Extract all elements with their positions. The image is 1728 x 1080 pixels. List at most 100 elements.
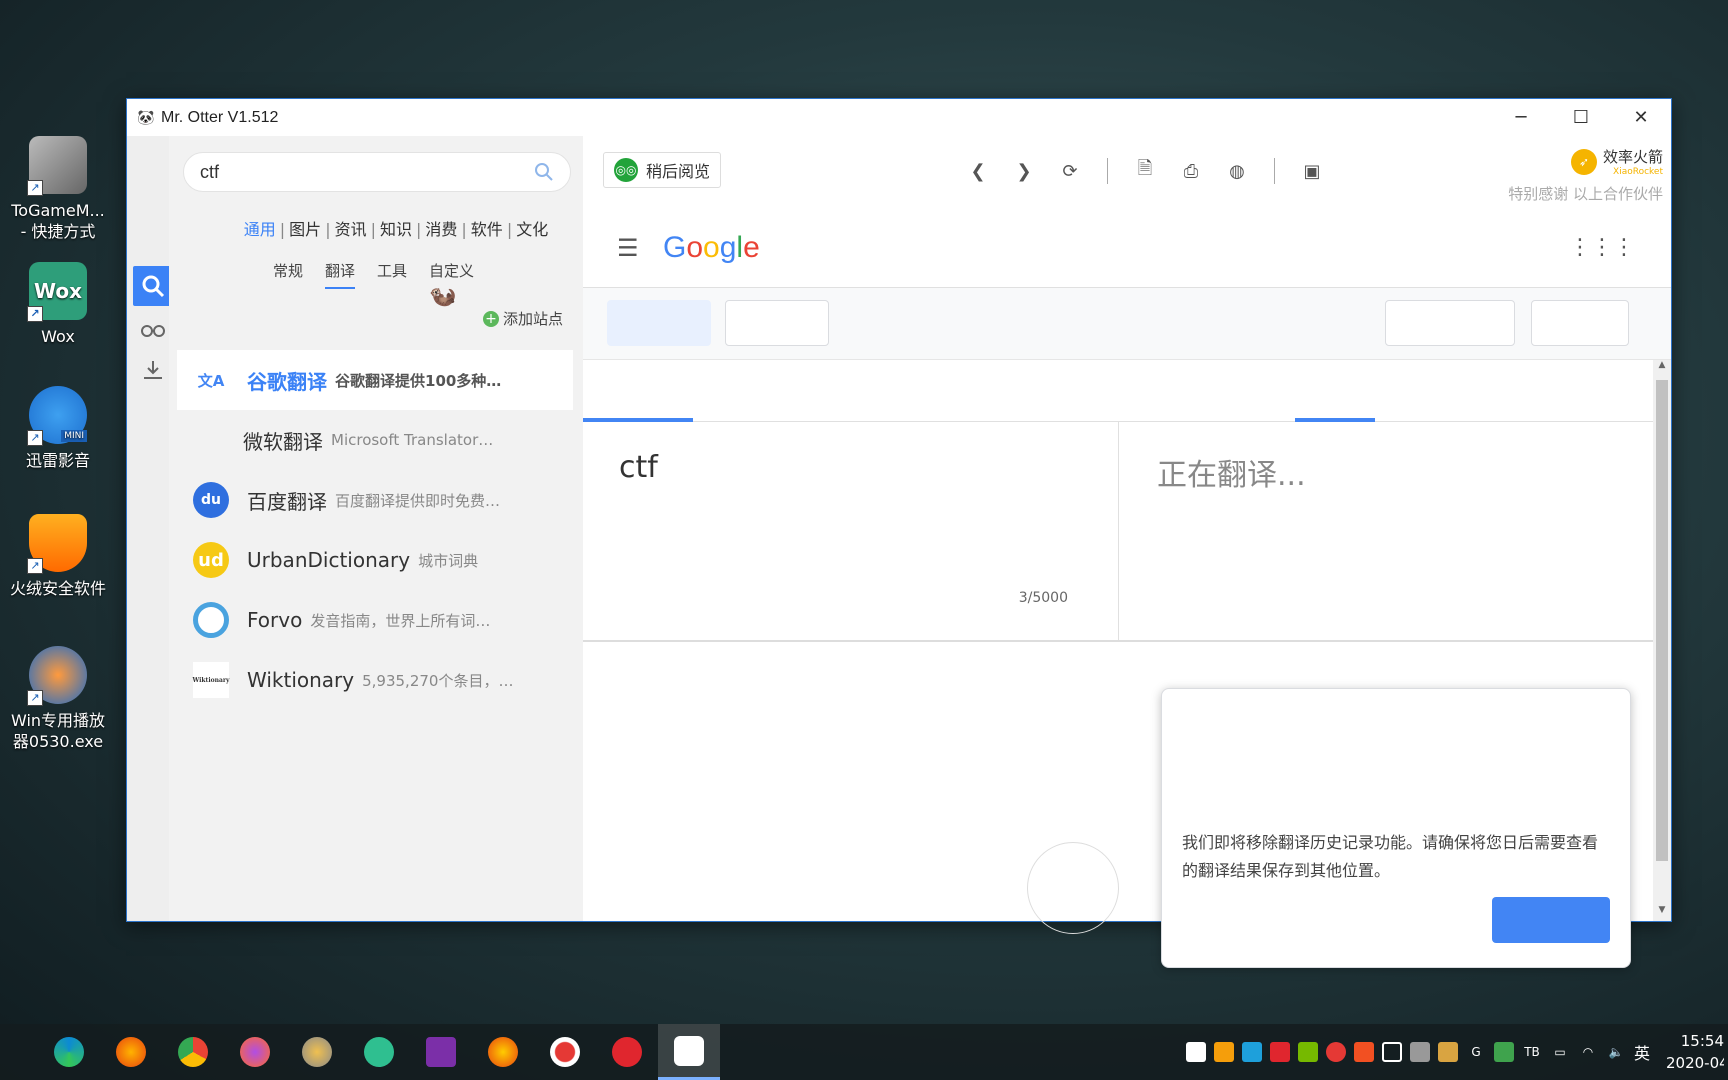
category-tab[interactable]: 图片 xyxy=(289,220,321,239)
site-item-wiktionary[interactable]: Wiktionary Wiktionary 5,935,270个条目，… xyxy=(177,650,573,710)
close-button[interactable]: ✕ xyxy=(1611,99,1671,136)
google-logo[interactable]: Google xyxy=(663,231,760,265)
microsoft-icon xyxy=(193,424,225,456)
music-tray-icon[interactable] xyxy=(1269,1042,1290,1062)
subcategory-tab[interactable]: 常规 xyxy=(273,260,303,289)
add-site-label: 添加站点 xyxy=(503,310,564,328)
site-name: Forvo xyxy=(247,608,303,632)
pdf-icon: 🗎 xyxy=(1137,158,1153,179)
category-tab[interactable]: 知识 xyxy=(380,220,412,239)
desktop-icon-winplayer[interactable]: ↗ Win专用播放 器0530.exe xyxy=(6,646,110,752)
dialog-message: 我们即将移除翻译历史记录功能。请确保将您日后需要查看的翻译结果保存到其他位置。 xyxy=(1182,833,1599,880)
taskbar-app-avatar[interactable] xyxy=(348,1024,410,1080)
desktop-icon-togame[interactable]: ↗ ToGameM... - 快捷方式 xyxy=(6,136,110,242)
flag-tray-icon[interactable] xyxy=(1353,1042,1374,1062)
history-button[interactable] xyxy=(1385,300,1515,346)
package-tray-icon[interactable] xyxy=(1437,1042,1458,1062)
back-button[interactable]: ❮ xyxy=(963,156,993,186)
print-button[interactable]: ⎙ xyxy=(1176,156,1206,186)
subcategory-tab[interactable]: 翻译 xyxy=(325,260,356,289)
apps-grid-icon[interactable]: ⋮⋮⋮ xyxy=(1569,235,1635,260)
subcategory-tab[interactable]: 工具 xyxy=(377,260,407,289)
app-tray-icon[interactable] xyxy=(1409,1042,1430,1062)
sponsor-block[interactable]: ➶ 效率火箭 XiaoRocket 特别感谢 以上合作伙伴 xyxy=(1508,146,1663,204)
search-icon[interactable] xyxy=(534,162,554,182)
site-item-urbandictionary[interactable]: ud UrbanDictionary 城市词典 xyxy=(177,530,573,590)
volume-icon[interactable]: 🔈 xyxy=(1606,1042,1626,1062)
search-box[interactable] xyxy=(183,152,571,192)
window-titlebar[interactable]: 🐼 Mr. Otter V1.512 ─ ☐ ✕ xyxy=(127,99,1671,136)
desktop-icon-xunlei[interactable]: MINI ↗ 迅雷影音 xyxy=(6,386,110,471)
read-later-button[interactable]: ◎◎ 稍后阅览 xyxy=(603,152,722,188)
otter-tray-icon[interactable] xyxy=(1185,1042,1206,1062)
togame-icon: ↗ xyxy=(27,136,87,196)
desktop-icon-wox[interactable]: Wox ↗ Wox xyxy=(6,262,110,347)
category-tab[interactable]: 软件 xyxy=(471,220,503,239)
language-bar xyxy=(583,360,1671,422)
taskbar-app-onenote[interactable] xyxy=(410,1024,472,1080)
record-tray-icon[interactable] xyxy=(1325,1042,1346,1062)
tb-tray-icon[interactable]: TB xyxy=(1522,1042,1542,1062)
scroll-thumb[interactable] xyxy=(1656,380,1668,861)
scroll-up-arrow[interactable]: ▲ xyxy=(1653,360,1671,376)
menu-icon[interactable]: ☰ xyxy=(583,234,643,262)
taskbar-app-spinner[interactable] xyxy=(286,1024,348,1080)
site-item-google-translate[interactable]: 文A 谷歌翻译 谷歌翻译提供100多种… xyxy=(177,350,573,410)
window-tray-icon[interactable] xyxy=(1381,1042,1402,1062)
translation-panes: ctf 3/5000 正在翻译... xyxy=(583,422,1671,642)
chrome-icon xyxy=(178,1037,208,1067)
source-pane[interactable]: ctf 3/5000 xyxy=(583,422,1119,640)
screenshot-button[interactable]: ▣ xyxy=(1297,156,1327,186)
wifi-icon[interactable]: ◠ xyxy=(1578,1042,1598,1062)
category-tab[interactable]: 资讯 xyxy=(335,220,367,239)
nvidia-tray-icon[interactable] xyxy=(1297,1042,1318,1062)
read-later-mode-button[interactable] xyxy=(133,310,173,350)
shield-tray-icon[interactable] xyxy=(1213,1042,1234,1062)
maximize-button[interactable]: ☐ xyxy=(1551,99,1611,136)
taskbar-app-firefox[interactable] xyxy=(100,1024,162,1080)
print-icon: ⎙ xyxy=(1183,160,1199,182)
read-later-label: 稍后阅览 xyxy=(646,162,711,181)
site-item-microsoft-translator[interactable]: 微软翻译 Microsoft Translator… xyxy=(177,410,573,470)
taskbar-app-netease-music[interactable] xyxy=(596,1024,658,1080)
taskbar-app-recorder[interactable] xyxy=(534,1024,596,1080)
saved-button[interactable] xyxy=(1531,300,1629,346)
taskbar-app-firefox-2[interactable] xyxy=(472,1024,534,1080)
taskbar-app-mr-otter[interactable] xyxy=(658,1024,720,1080)
scroll-down-arrow[interactable]: ▼ xyxy=(1653,905,1671,921)
add-site-button[interactable]: + 添加站点 xyxy=(483,308,563,329)
category-tab[interactable]: 通用 xyxy=(244,220,276,239)
download-mode-button[interactable] xyxy=(133,350,173,390)
check-tray-icon[interactable] xyxy=(1493,1042,1514,1062)
player-icon: ↗ xyxy=(27,646,87,706)
page-scrollbar[interactable]: ▲ ▼ xyxy=(1653,360,1671,921)
search-input[interactable] xyxy=(200,161,534,183)
clock-time: 15:54 xyxy=(1680,1032,1724,1050)
category-tab[interactable]: 消费 xyxy=(425,220,457,239)
refresh-button[interactable]: ⟳ xyxy=(1055,156,1085,186)
dialog-ok-button[interactable] xyxy=(1492,897,1610,943)
taskbar-app-chrome[interactable] xyxy=(162,1024,224,1080)
site-item-baidu-translate[interactable]: du 百度翻译 百度翻译提供即时免费… xyxy=(177,470,573,530)
taskbar-app-firefox-dev[interactable] xyxy=(224,1024,286,1080)
taskbar-app-edge[interactable] xyxy=(38,1024,100,1080)
open-browser-button[interactable]: ◍ xyxy=(1222,156,1252,186)
desktop-icon-huorong[interactable]: ↗ 火绒安全软件 xyxy=(6,514,110,599)
text-mode-button[interactable] xyxy=(607,300,711,346)
pdf-button[interactable]: 🗎 xyxy=(1130,156,1160,186)
refresh-icon: ⟳ xyxy=(1062,160,1078,182)
clock[interactable]: 15:54 2020-04 xyxy=(1666,1030,1724,1074)
g-tray-icon[interactable]: G xyxy=(1466,1042,1486,1062)
site-desc: 城市词典 xyxy=(418,551,479,570)
search-mode-button[interactable] xyxy=(133,266,173,306)
ime-indicator[interactable]: 英 xyxy=(1634,1040,1650,1064)
source-text[interactable]: ctf xyxy=(619,450,658,485)
site-item-forvo[interactable]: Forvo 发音指南，世界上所有词… xyxy=(177,590,573,650)
logo-letter: o xyxy=(686,230,704,264)
forward-button[interactable]: ❯ xyxy=(1009,156,1039,186)
ie-tray-icon[interactable] xyxy=(1241,1042,1262,1062)
document-mode-button[interactable] xyxy=(725,300,829,346)
category-tab[interactable]: 文化 xyxy=(516,220,548,239)
minimize-button[interactable]: ─ xyxy=(1491,99,1551,136)
battery-icon[interactable]: ▭ xyxy=(1550,1042,1570,1062)
